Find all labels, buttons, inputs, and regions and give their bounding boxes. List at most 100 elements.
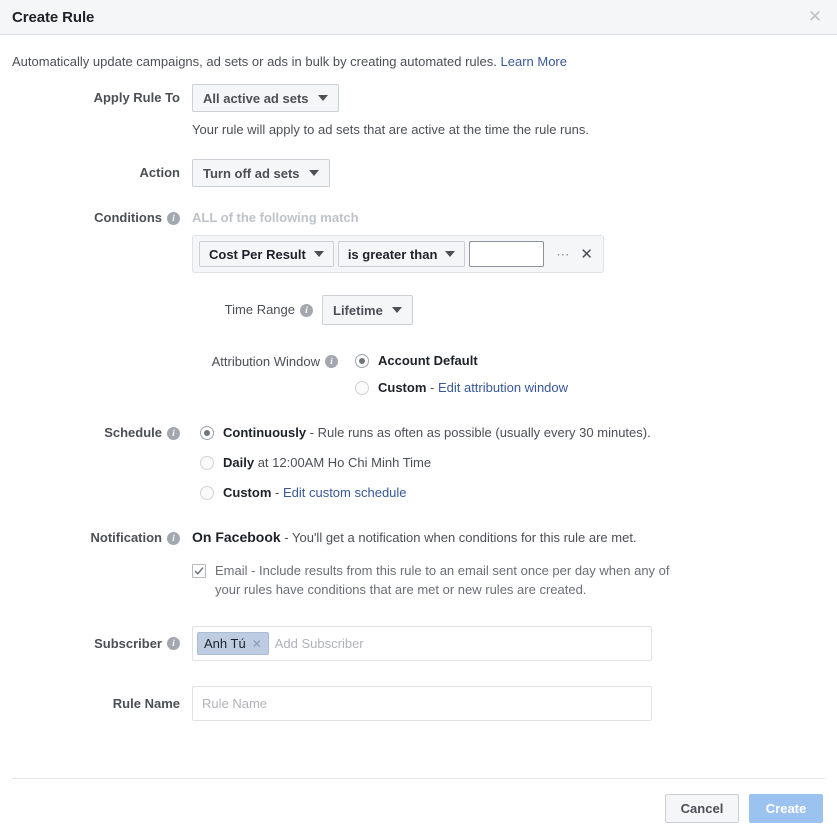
learn-more-link[interactable]: Learn More: [501, 54, 567, 69]
rule-name-label-text: Rule Name: [112, 695, 180, 711]
edit-attribution-window-link[interactable]: Edit attribution window: [438, 380, 568, 395]
schedule-option-custom[interactable]: Custom - Edit custom schedule: [200, 484, 825, 501]
schedule-option-suffix: at 12:00AM Ho Chi Minh Time: [254, 455, 432, 470]
dialog-header: Create Rule ✕: [0, 0, 837, 35]
ellipsis-icon[interactable]: ⋯: [544, 248, 578, 261]
notification-facebook-label: On Facebook: [192, 529, 281, 545]
attribution-option-custom[interactable]: Custom - Edit attribution window: [355, 379, 568, 396]
cancel-button[interactable]: Cancel: [665, 793, 739, 823]
schedule-option-label: Continuously: [223, 425, 307, 440]
subscriber-input[interactable]: Anh Tú ✕ Add Subscriber: [192, 626, 652, 661]
notification-email-line[interactable]: Email - Include results from this rule t…: [192, 561, 697, 599]
schedule-row: Schedule i Continuously - Rule runs as o…: [12, 424, 825, 501]
create-rule-dialog: Create Rule ✕ Automatically update campa…: [0, 0, 837, 837]
action-row: Action Turn off ad sets: [12, 159, 825, 187]
subscriber-control: Anh Tú ✕ Add Subscriber: [192, 626, 825, 661]
intro-description: Automatically update campaigns, ad sets …: [12, 54, 497, 69]
info-icon[interactable]: i: [167, 531, 180, 545]
edit-custom-schedule-link[interactable]: Edit custom schedule: [283, 485, 407, 500]
conditions-control: ALL of the following match Cost Per Resu…: [192, 210, 825, 396]
subscriber-label: Subscriber i: [12, 626, 192, 661]
condition-metric-value: Cost Per Result: [209, 246, 306, 262]
radio-daily[interactable]: [200, 456, 214, 470]
condition-operator-value: is greater than: [347, 246, 438, 262]
condition-operator-dropdown[interactable]: is greater than: [337, 241, 466, 267]
action-dropdown[interactable]: Turn off ad sets: [192, 159, 330, 187]
notification-row: Notification i On Facebook - You'll get …: [12, 529, 825, 599]
time-range-label: Time Range i: [192, 295, 322, 325]
rule-name-row: Rule Name: [12, 686, 825, 721]
attribution-window-row: Attribution Window i Account Default Cus…: [192, 352, 825, 396]
chevron-down-icon: [391, 307, 402, 313]
schedule-options: Continuously - Rule runs as often as pos…: [192, 424, 825, 501]
apply-rule-to-help: Your rule will apply to ad sets that are…: [192, 122, 589, 137]
schedule-label-text: Schedule: [104, 425, 162, 440]
close-icon[interactable]: ✕: [805, 7, 825, 27]
action-label-text: Action: [139, 165, 180, 180]
action-value: Turn off ad sets: [203, 165, 300, 181]
condition-metric-dropdown[interactable]: Cost Per Result: [199, 241, 334, 267]
rule-name-label: Rule Name: [12, 686, 192, 721]
chevron-down-icon: [317, 95, 328, 101]
apply-rule-to-control: All active ad sets Your rule will apply …: [192, 84, 825, 138]
time-range-label-text: Time Range: [224, 302, 295, 317]
time-range-value: Lifetime: [333, 302, 383, 318]
radio-schedule-custom[interactable]: [200, 486, 214, 500]
notification-label: Notification i: [12, 529, 192, 547]
check-icon: [194, 567, 204, 575]
attribution-option-account-default[interactable]: Account Default: [355, 352, 568, 369]
create-button[interactable]: Create: [749, 793, 823, 823]
apply-rule-to-row: Apply Rule To All active ad sets Your ru…: [12, 84, 825, 138]
notification-control: On Facebook - You'll get a notification …: [192, 529, 825, 599]
info-icon[interactable]: i: [167, 211, 180, 225]
apply-rule-to-value: All active ad sets: [203, 90, 309, 106]
subscriber-token-label: Anh Tú: [204, 636, 246, 651]
radio-continuously[interactable]: [200, 426, 214, 440]
info-icon[interactable]: i: [167, 637, 180, 650]
notification-label-text: Notification: [90, 530, 163, 545]
schedule-option-daily[interactable]: Daily at 12:00AM Ho Chi Minh Time: [200, 454, 825, 471]
schedule-option-label: Daily: [223, 455, 255, 470]
apply-rule-to-label: Apply Rule To: [12, 84, 192, 112]
subscriber-label-text: Subscriber: [94, 635, 162, 651]
notification-facebook-line: On Facebook - You'll get a notification …: [192, 529, 825, 546]
notification-facebook-text: - You'll get a notification when conditi…: [280, 530, 637, 545]
remove-subscriber-icon[interactable]: ✕: [252, 638, 262, 650]
time-range-control: Lifetime: [322, 295, 413, 325]
attribution-option-label: Custom: [378, 380, 427, 395]
schedule-option-label: Custom: [223, 485, 272, 500]
dialog-footer: Cancel Create: [12, 778, 825, 837]
info-icon[interactable]: i: [167, 426, 180, 440]
condition-value-input[interactable]: [469, 241, 545, 267]
subscriber-token: Anh Tú ✕: [197, 632, 269, 655]
info-icon[interactable]: i: [300, 303, 313, 317]
info-icon[interactable]: i: [325, 355, 338, 368]
action-control: Turn off ad sets: [192, 159, 825, 187]
remove-condition-icon[interactable]: ✕: [578, 246, 597, 262]
notification-email-text: Email - Include results from this rule t…: [215, 563, 670, 597]
attribution-window-label-text: Attribution Window: [211, 353, 320, 369]
apply-rule-to-label-text: Apply Rule To: [93, 90, 180, 105]
conditions-row: Conditions i ALL of the following match …: [12, 210, 825, 396]
apply-rule-to-dropdown[interactable]: All active ad sets: [192, 84, 339, 112]
attribution-window-label: Attribution Window i: [192, 352, 347, 371]
conditions-label-text: Conditions: [94, 210, 162, 225]
schedule-option-continuously[interactable]: Continuously - Rule runs as often as pos…: [200, 424, 825, 441]
page-title: Create Rule: [12, 8, 95, 26]
chevron-down-icon: [313, 251, 324, 257]
chevron-down-icon: [308, 170, 319, 176]
rule-name-input[interactable]: [192, 686, 652, 721]
time-range-dropdown[interactable]: Lifetime: [322, 295, 413, 325]
schedule-option-suffix: -: [271, 485, 283, 500]
radio-account-default[interactable]: [355, 354, 369, 368]
chevron-down-icon: [445, 251, 456, 257]
conditions-label: Conditions i: [12, 210, 192, 226]
rule-name-control: [192, 686, 825, 721]
intro-text: Automatically update campaigns, ad sets …: [12, 35, 825, 84]
schedule-label: Schedule i: [12, 424, 192, 442]
attribution-option-suffix: -: [426, 380, 438, 395]
checkbox-email[interactable]: [192, 564, 206, 578]
action-label: Action: [12, 159, 192, 187]
attribution-window-options: Account Default Custom - Edit attributio…: [347, 352, 568, 396]
radio-attribution-custom[interactable]: [355, 381, 369, 395]
